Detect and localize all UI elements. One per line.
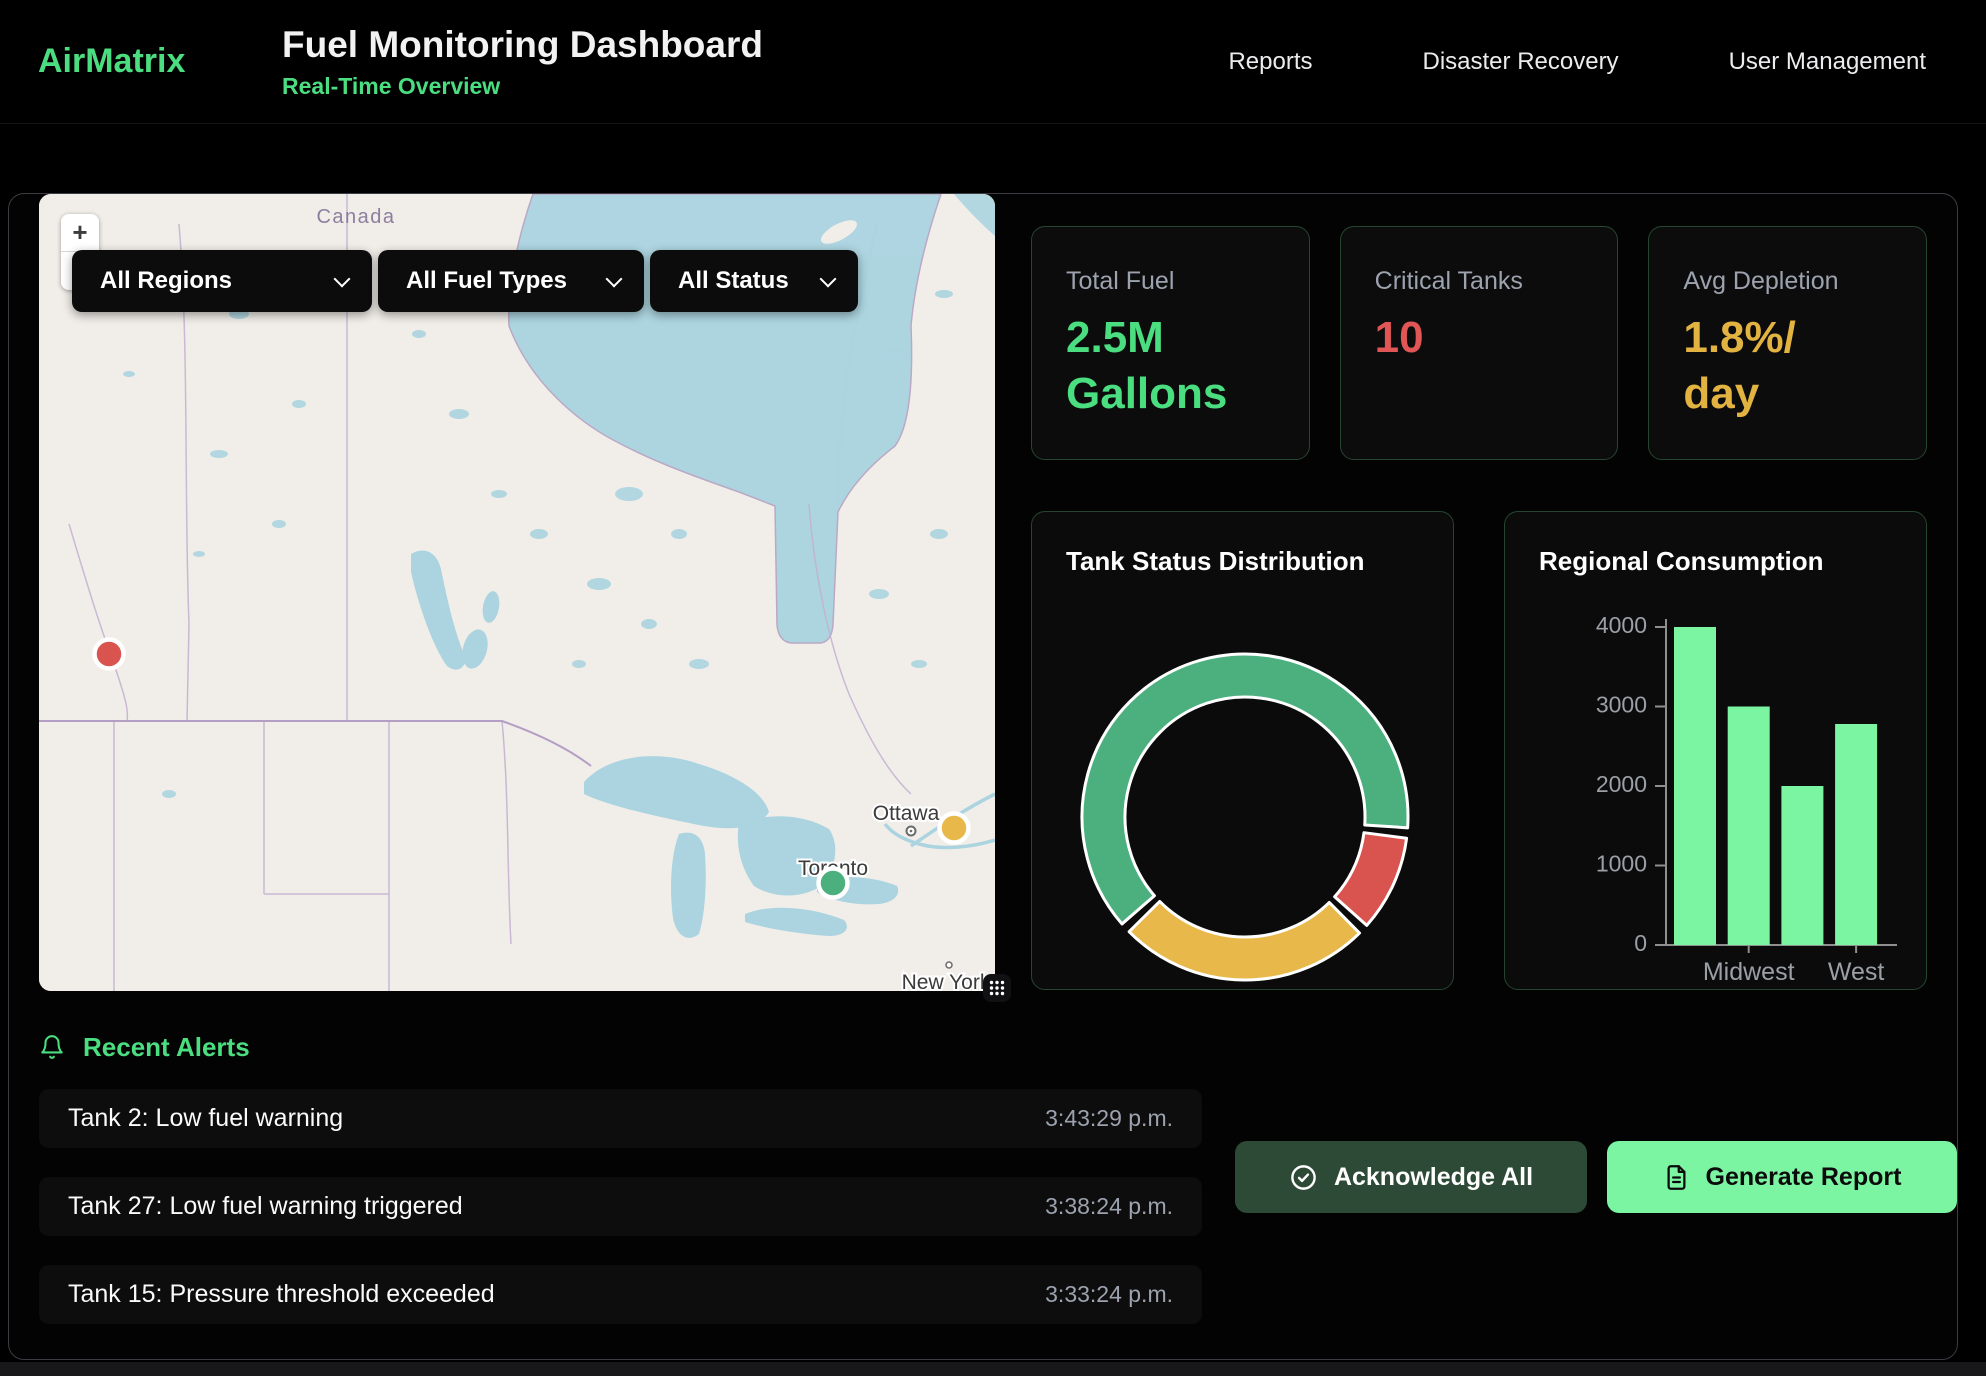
svg-text:4000: 4000 [1596, 612, 1647, 638]
map-drag-handle-icon[interactable] [983, 974, 1011, 1002]
alert-message: Tank 2: Low fuel warning [68, 1104, 343, 1133]
stat-card-total-fuel: Total Fuel 2.5M Gallons [1031, 226, 1310, 460]
donut-chart [1032, 512, 1454, 990]
check-circle-icon [1289, 1163, 1318, 1192]
svg-text:West: West [1828, 958, 1885, 986]
page-subtitle: Real-Time Overview [282, 73, 763, 100]
stat-label: Total Fuel [1066, 267, 1275, 296]
recent-alerts-section: Recent Alerts Tank 2: Low fuel warning 3… [39, 1032, 1927, 1324]
stat-card-avg-depletion: Avg Depletion 1.8%/ day [1648, 226, 1927, 460]
svg-text:1000: 1000 [1596, 851, 1647, 877]
alert-time: 3:43:29 p.m. [1045, 1105, 1173, 1132]
status-filter-dropdown[interactable]: All Status [650, 250, 858, 312]
bar-chart: 0 1000 2000 3000 4000 Midwest West [1505, 512, 1927, 990]
main-nav: Reports Disaster Recovery User Managemen… [1228, 48, 1926, 76]
stat-cards-row: Total Fuel 2.5M Gallons Critical Tanks 1… [1031, 226, 1927, 460]
tank-marker-warning[interactable] [940, 814, 969, 843]
tank-status-distribution-card: Tank Status Distribution [1031, 511, 1454, 990]
nav-item-disaster-recovery[interactable]: Disaster Recovery [1423, 48, 1619, 76]
page-title: Fuel Monitoring Dashboard [282, 24, 763, 66]
document-icon [1663, 1164, 1690, 1191]
alert-time: 3:33:24 p.m. [1045, 1281, 1173, 1308]
tank-marker-critical[interactable] [95, 640, 124, 669]
stat-label: Avg Depletion [1683, 267, 1892, 296]
stat-label: Critical Tanks [1375, 267, 1584, 296]
map-image: CanadaOttawaTorontoNew York [39, 194, 995, 991]
stat-value: 1.8%/ day [1683, 310, 1892, 423]
acknowledge-all-button[interactable]: Acknowledge All [1235, 1141, 1587, 1213]
stat-value: 2.5M Gallons [1066, 310, 1275, 423]
map-place-label: Ottawa [873, 802, 940, 825]
alert-row[interactable]: Tank 2: Low fuel warning 3:43:29 p.m. [39, 1089, 1202, 1148]
alert-row[interactable]: Tank 27: Low fuel warning triggered 3:38… [39, 1177, 1202, 1236]
map-place-label: Canada [316, 206, 395, 228]
tank-marker-normal[interactable] [819, 869, 848, 898]
svg-text:Midwest: Midwest [1703, 958, 1795, 986]
region-filter-dropdown[interactable]: All Regions [72, 250, 372, 312]
dashboard-panel: CanadaOttawaTorontoNew York + − All Regi… [8, 193, 1958, 1360]
grid-dots-icon [988, 979, 1006, 997]
alert-row[interactable]: Tank 15: Pressure threshold exceeded 3:3… [39, 1265, 1202, 1324]
chevron-down-icon [820, 270, 837, 287]
alerts-list: Tank 2: Low fuel warning 3:43:29 p.m. Ta… [39, 1089, 1202, 1324]
alert-message: Tank 15: Pressure threshold exceeded [68, 1280, 495, 1309]
chart-title: Tank Status Distribution [1066, 546, 1365, 577]
nav-item-reports[interactable]: Reports [1228, 48, 1312, 76]
map-canvas[interactable]: CanadaOttawaTorontoNew York [39, 194, 995, 991]
regional-consumption-card: Regional Consumption 0 1000 2000 3000 4000 Mi… [1504, 511, 1927, 990]
svg-text:3000: 3000 [1596, 692, 1647, 718]
brand-logo: AirMatrix [38, 42, 282, 81]
map-filters: All Regions All Fuel Types All Status [72, 250, 858, 312]
svg-text:0: 0 [1634, 930, 1647, 956]
svg-text:2000: 2000 [1596, 771, 1647, 797]
stat-card-critical-tanks: Critical Tanks 10 [1340, 226, 1619, 460]
generate-report-button[interactable]: Generate Report [1607, 1141, 1957, 1213]
alert-time: 3:38:24 p.m. [1045, 1193, 1173, 1220]
map-panel: CanadaOttawaTorontoNew York + − All Regi… [39, 194, 995, 991]
app-header: AirMatrix Fuel Monitoring Dashboard Real… [0, 0, 1986, 124]
bell-icon [39, 1033, 65, 1061]
stat-value: 10 [1375, 310, 1584, 366]
chart-title: Regional Consumption [1539, 546, 1824, 577]
nav-item-user-management[interactable]: User Management [1729, 48, 1926, 76]
alert-actions: Acknowledge All Generate Report [1235, 1141, 1957, 1213]
alerts-heading: Recent Alerts [83, 1032, 250, 1063]
alert-message: Tank 27: Low fuel warning triggered [68, 1192, 463, 1221]
chevron-down-icon [334, 270, 351, 287]
chevron-down-icon [606, 270, 623, 287]
map-zoom-in-button[interactable]: + [61, 214, 99, 252]
fuel-type-filter-dropdown[interactable]: All Fuel Types [378, 250, 644, 312]
map-place-label: New York [902, 971, 991, 991]
